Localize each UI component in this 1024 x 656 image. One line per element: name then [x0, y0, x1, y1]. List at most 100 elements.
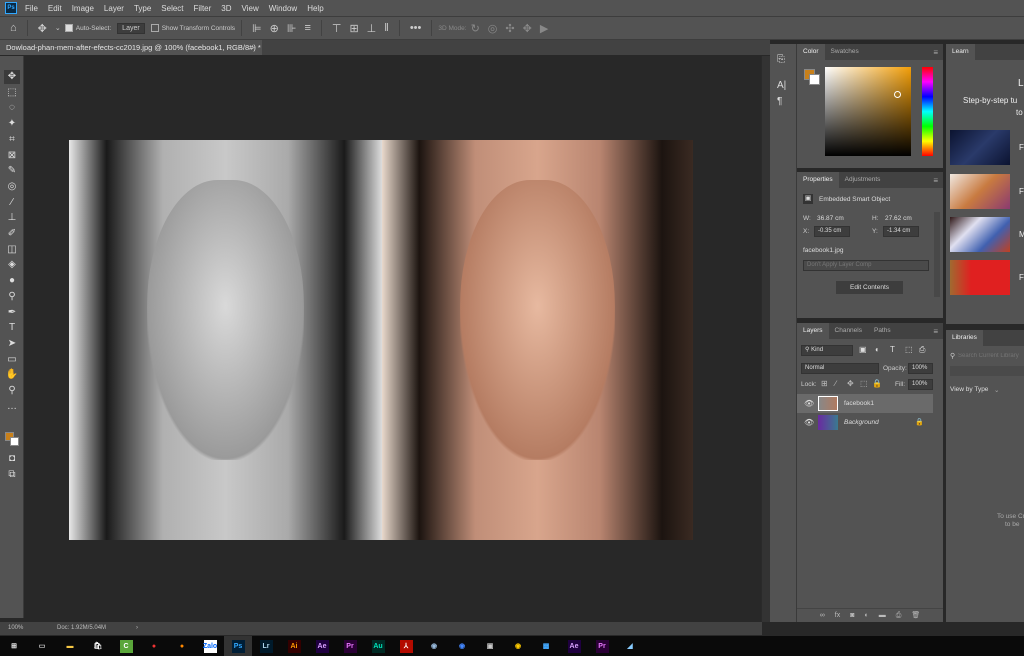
tutorial-thumbnail[interactable]: [950, 260, 1010, 295]
menu-layer[interactable]: Layer: [104, 4, 124, 13]
pen-tool[interactable]: ✒: [4, 306, 20, 320]
color-picker-field[interactable]: [825, 67, 911, 156]
menu-3d[interactable]: 3D: [221, 4, 231, 13]
3d-slide-icon[interactable]: ✥: [523, 22, 532, 35]
filter-adjustment-icon[interactable]: ◐: [875, 345, 880, 354]
lasso-tool[interactable]: ◌: [4, 101, 20, 115]
new-layer-icon[interactable]: ⎙: [896, 609, 902, 622]
blend-mode-dropdown[interactable]: Normal: [801, 363, 879, 374]
filter-pixel-icon[interactable]: ▣: [859, 345, 867, 354]
tab-color[interactable]: Color: [797, 44, 825, 60]
magic-wand-tool[interactable]: ✦: [4, 117, 20, 131]
filter-smart-object-icon[interactable]: ⎙: [919, 345, 925, 355]
crop-tool[interactable]: ⌗: [4, 133, 20, 147]
taskbar-zalo[interactable]: Zalo: [196, 636, 224, 656]
eyedropper-tool[interactable]: ✎: [4, 164, 20, 178]
x-position-input[interactable]: -0.35 cm: [814, 226, 850, 237]
tutorial-title[interactable]: F: [1019, 143, 1024, 152]
opacity-input[interactable]: 100%: [908, 363, 933, 374]
properties-scrollbar[interactable]: [934, 212, 940, 297]
tab-paths[interactable]: Paths: [868, 323, 897, 339]
tutorial-title[interactable]: M: [1019, 230, 1024, 239]
3d-roll-icon[interactable]: ◎: [488, 22, 498, 35]
dodge-tool[interactable]: ⚲: [4, 290, 20, 304]
tutorial-title[interactable]: F: [1019, 273, 1024, 282]
distribute-vertical-icon[interactable]: ‖: [384, 22, 389, 34]
edit-contents-button[interactable]: Edit Contents: [836, 281, 903, 294]
more-options-button[interactable]: •••: [410, 22, 422, 34]
zoom-tool[interactable]: ⚲: [4, 384, 20, 398]
taskbar-task-view[interactable]: ▭: [28, 636, 56, 656]
y-position-input[interactable]: -1.34 cm: [883, 226, 919, 237]
align-left-icon[interactable]: ⊫: [252, 22, 262, 35]
3d-camera-icon[interactable]: ▶: [540, 22, 548, 35]
eye-icon[interactable]: 👁: [804, 394, 814, 413]
align-center-icon[interactable]: ⊕: [270, 22, 279, 35]
eraser-tool[interactable]: ◫: [4, 243, 20, 257]
menu-type[interactable]: Type: [134, 4, 151, 13]
home-icon[interactable]: ⌂: [10, 22, 17, 34]
taskbar-illustrator[interactable]: Ai: [280, 636, 308, 656]
taskbar-lightroom[interactable]: Lr: [252, 636, 280, 656]
auto-select-checkbox[interactable]: [64, 24, 73, 32]
rectangle-tool[interactable]: ▭: [4, 353, 20, 367]
screen-mode-icon[interactable]: ⧉: [4, 468, 20, 482]
lock-transparency-icon[interactable]: ⊞: [821, 379, 828, 388]
layer-name[interactable]: facebook1: [844, 394, 874, 413]
taskbar-audition[interactable]: Au: [364, 636, 392, 656]
tool-background-color[interactable]: [10, 437, 19, 446]
filter-type-icon[interactable]: T: [890, 345, 895, 354]
layer-comp-dropdown[interactable]: Don't Apply Layer Comp: [803, 260, 929, 271]
taskbar-start[interactable]: ⊞: [0, 636, 28, 656]
type-tool[interactable]: T: [4, 321, 20, 335]
paragraph-icon[interactable]: ¶: [777, 96, 782, 107]
lock-artboard-icon[interactable]: ⬚: [860, 379, 868, 388]
status-menu-arrow[interactable]: ›: [136, 622, 138, 635]
more-tool[interactable]: …: [4, 400, 20, 414]
taskbar-file-explorer[interactable]: ▬: [56, 636, 84, 656]
layer-row[interactable]: 👁 facebook1: [797, 394, 933, 413]
link-layers-icon[interactable]: ∞: [820, 609, 825, 622]
brush-tool[interactable]: ∕: [4, 196, 20, 210]
zoom-level[interactable]: 100%: [8, 622, 23, 635]
lock-paint-icon[interactable]: ∕: [835, 379, 836, 388]
canvas-scrollbar[interactable]: [761, 56, 770, 622]
menu-filter[interactable]: Filter: [194, 4, 212, 13]
background-color-swatch[interactable]: [809, 74, 820, 85]
3d-pan-icon[interactable]: ✣: [505, 22, 514, 35]
align-right-icon[interactable]: ⊪: [287, 22, 297, 35]
menu-image[interactable]: Image: [72, 4, 94, 13]
taskbar-premiere-2[interactable]: Pr: [588, 636, 616, 656]
menu-edit[interactable]: Edit: [48, 4, 62, 13]
distribute-icon[interactable]: ≡: [304, 22, 310, 34]
taskbar-premiere[interactable]: Pr: [336, 636, 364, 656]
taskbar-firefox[interactable]: ●: [168, 636, 196, 656]
taskbar-photoshop[interactable]: Ps: [224, 636, 252, 656]
tutorial-title[interactable]: F: [1019, 187, 1024, 196]
hand-tool[interactable]: ✋: [4, 368, 20, 382]
healing-tool[interactable]: ◎: [4, 180, 20, 194]
align-middle-icon[interactable]: ⊞: [349, 22, 358, 35]
panel-menu-icon[interactable]: ≡: [933, 48, 938, 57]
delete-layer-icon[interactable]: 🗑: [911, 609, 920, 622]
taskbar-notepad[interactable]: ◢: [616, 636, 644, 656]
taskbar-after-effects[interactable]: Ae: [308, 636, 336, 656]
layer-row[interactable]: 👁 Background 🔒: [797, 413, 933, 432]
history-brush-tool[interactable]: ✐: [4, 227, 20, 241]
fx-icon[interactable]: fx: [835, 609, 840, 622]
filter-shape-icon[interactable]: ⬚: [905, 345, 913, 354]
taskbar-store[interactable]: 🛍: [84, 636, 112, 656]
taskbar-app-browser[interactable]: ◉: [448, 636, 476, 656]
frame-tool[interactable]: ⊠: [4, 149, 20, 163]
taskbar-app-media[interactable]: ▣: [476, 636, 504, 656]
taskbar-photos[interactable]: ▩: [532, 636, 560, 656]
library-selector[interactable]: [950, 366, 1024, 376]
history-icon[interactable]: ⎘: [777, 54, 785, 65]
tutorial-thumbnail[interactable]: [950, 217, 1010, 252]
tab-libraries[interactable]: Libraries: [946, 330, 983, 346]
close-tab-icon[interactable]: ×: [252, 40, 256, 55]
tab-learn[interactable]: Learn: [946, 44, 975, 60]
adjustment-layer-icon[interactable]: ◐: [864, 609, 868, 622]
taskbar-davinci[interactable]: ◉: [504, 636, 532, 656]
library-search-input[interactable]: [958, 351, 1024, 361]
